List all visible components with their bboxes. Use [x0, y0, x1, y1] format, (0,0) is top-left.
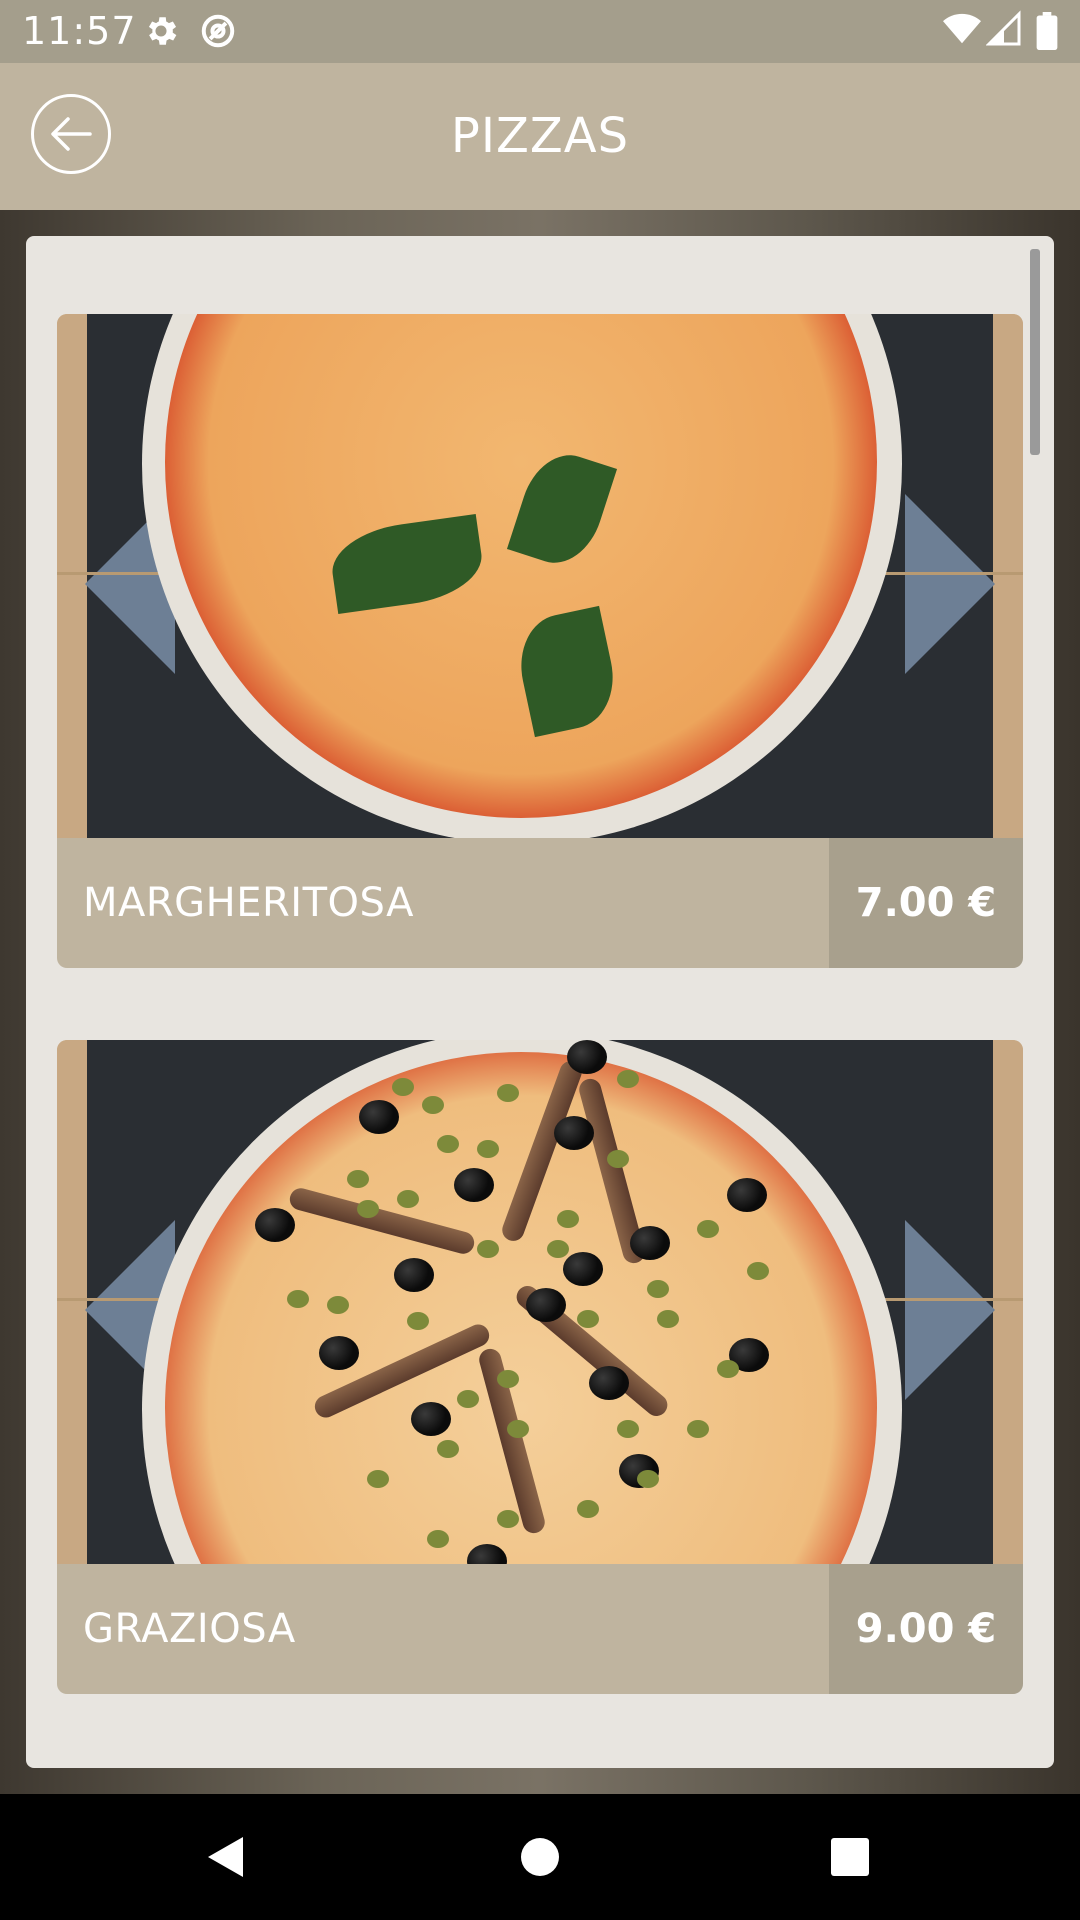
system-nav-bar — [0, 1794, 1080, 1920]
pizza-footer: MARGHERITOSA 7.00 € — [57, 838, 1023, 968]
battery-icon — [1036, 12, 1058, 51]
pizza-name: GRAZIOSA — [57, 1564, 829, 1694]
nav-home-button[interactable] — [480, 1794, 600, 1920]
nav-recents-button[interactable] — [790, 1794, 910, 1920]
pizza-price: 7.00 € — [829, 838, 1023, 968]
pizza-card-margheritosa[interactable]: MARGHERITOSA 7.00 € — [57, 314, 1023, 968]
nav-back-button[interactable] — [165, 1794, 285, 1920]
pizza-footer: GRAZIOSA 9.00 € — [57, 1564, 1023, 1694]
settings-icon — [142, 12, 180, 50]
status-bar: 11:57 — [0, 0, 1080, 63]
wifi-icon — [942, 10, 982, 48]
recents-square-icon — [831, 1838, 869, 1876]
back-triangle-icon — [208, 1837, 243, 1877]
page-title: PIZZAS — [450, 108, 630, 164]
app-bar: PIZZAS — [0, 63, 1080, 210]
pizza-card-graziosa[interactable]: GRAZIOSA 9.00 € — [57, 1040, 1023, 1694]
home-circle-icon — [521, 1838, 559, 1876]
margherita-pizza-photo — [57, 314, 1023, 838]
scrollbar[interactable] — [1030, 249, 1040, 455]
pizza-price: 9.00 € — [829, 1564, 1023, 1694]
back-button[interactable] — [31, 94, 111, 174]
status-time: 11:57 — [22, 9, 137, 53]
at-sign-icon — [199, 12, 237, 50]
screen: 11:57 PIZZAS MARGHERITOSA 7.00 € GRAZIOS… — [0, 0, 1080, 1920]
arrow-left-icon — [51, 117, 92, 151]
signal-icon — [985, 10, 1024, 48]
anchovy-olive-pizza-photo — [57, 1040, 1023, 1564]
pizza-name: MARGHERITOSA — [57, 838, 829, 968]
